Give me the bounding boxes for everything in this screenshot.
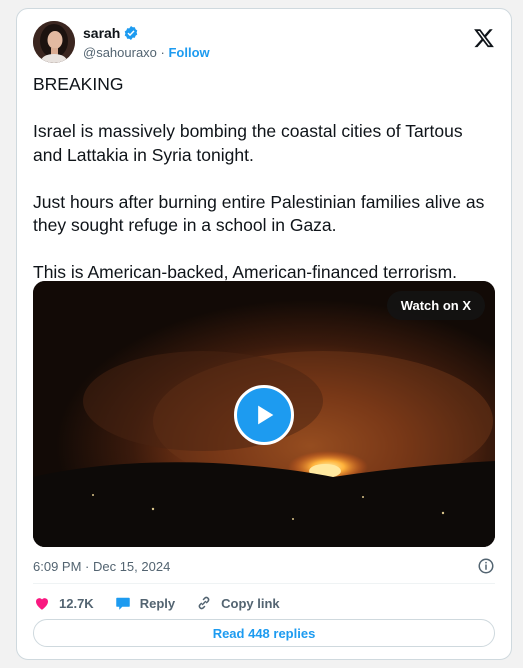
post-timestamp[interactable]: 6:09 PM · Dec 15, 2024 [33,559,170,574]
action-bar: 12.7K Reply Copy link [33,591,300,615]
post-paragraph: BREAKING [33,74,124,94]
avatar[interactable] [33,21,75,63]
play-icon [258,405,274,425]
reply-label: Reply [139,595,176,611]
verified-badge-icon [123,25,139,41]
post-meta: 6:09 PM · Dec 15, 2024 [33,557,495,577]
copy-link-label: Copy link [221,595,280,611]
post-paragraph: Just hours after burning entire Palestin… [33,191,485,236]
copy-link-button[interactable]: Copy link [195,594,280,612]
author-name[interactable]: sarah [83,25,120,41]
author-handle[interactable]: @sahouraxo [83,45,157,60]
author-handle-row: @sahouraxo · Follow [83,45,210,60]
info-icon[interactable] [477,557,495,575]
reply-bubble-icon [115,597,130,610]
post-header: sarah @sahouraxo · Follow [33,21,495,65]
x-logo-icon[interactable] [473,27,495,49]
watch-on-x-button[interactable]: Watch on X [386,291,485,320]
heart-icon [36,598,48,610]
divider [33,583,495,584]
link-icon [198,596,210,610]
post-paragraph: Israel is massively bombing the coastal … [33,121,463,165]
embedded-post-card: sarah @sahouraxo · Follow BREAKING Israe… [16,8,512,660]
post-text: BREAKING Israel is massively bombing the… [33,73,495,308]
play-button[interactable] [234,385,294,445]
like-count: 12.7K [59,595,94,611]
handle-separator: · [156,45,169,60]
author-name-row: sarah [83,25,139,41]
like-button[interactable]: 12.7K [33,594,94,612]
video-player[interactable]: Watch on X [33,281,495,547]
reply-button[interactable]: Reply [114,594,175,612]
read-replies-button[interactable]: Read 448 replies [33,619,495,647]
follow-link[interactable]: Follow [168,45,209,60]
